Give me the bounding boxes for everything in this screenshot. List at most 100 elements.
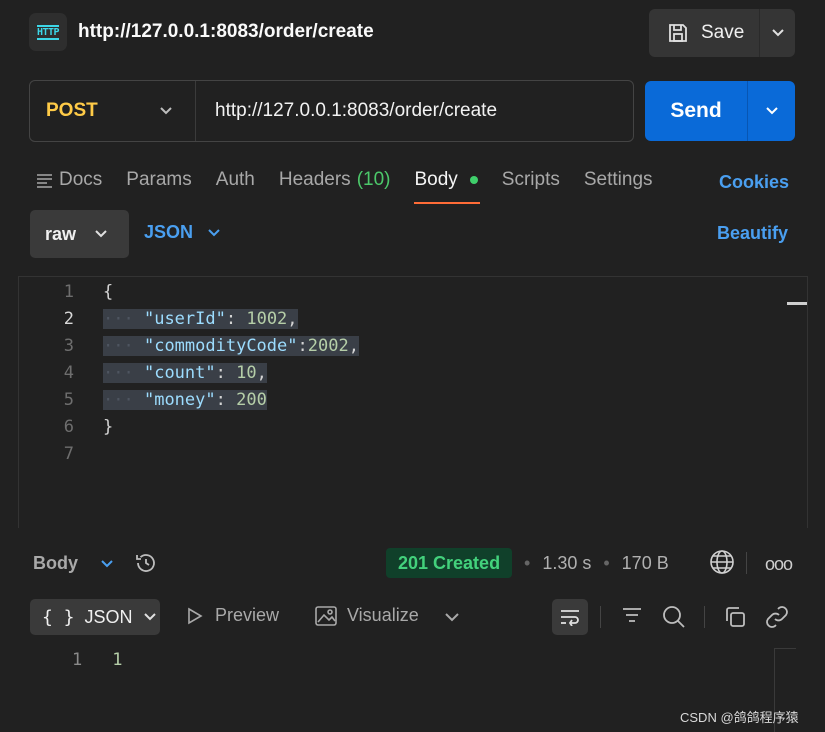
tab-settings-label: Settings [583,169,653,190]
divider [600,606,601,628]
separator-dot: • [603,553,610,573]
more-options-icon[interactable]: ooo [765,554,793,575]
json-trail: , [287,308,298,329]
tab-docs-label: Docs [59,169,103,190]
tab-docs[interactable]: Docs [36,168,102,192]
status-badge: 201 Created [386,548,513,578]
response-format-select[interactable]: { } JSON [30,599,160,635]
tab-params[interactable]: Params [126,168,191,192]
headers-count-badge: (10) [356,169,391,190]
divider [704,606,705,628]
line-number: 2 [63,308,74,329]
code-close-brace: } [103,416,114,437]
editor-scroll-thumb[interactable] [787,302,807,305]
line-number: 1 [72,650,83,670]
response-size[interactable]: 170 B [622,553,669,574]
filter-icon[interactable] [621,605,643,632]
line-number: 5 [63,389,74,410]
cookies-link[interactable]: Cookies [719,172,789,193]
json-key: "count" [143,362,216,383]
chevron-down-icon [771,29,784,37]
code-field: ··· "money": 200 [103,389,267,410]
send-button-group: Send [645,81,795,141]
docs-icon [37,173,52,188]
tab-scripts-label: Scripts [501,169,560,190]
chevron-down-icon [143,613,156,621]
json-separator: : [215,362,237,383]
editor-line: 2 ··· "userId": 1002, [19,305,298,332]
chevron-down-icon[interactable] [444,609,460,627]
chevron-down-icon [101,559,113,567]
body-type-label: raw [45,223,77,244]
tab-body[interactable]: Body [414,168,481,204]
url-input[interactable]: http://127.0.0.1:8083/order/create [196,100,497,122]
tab-headers[interactable]: Headers (10) [279,168,391,192]
response-line: 1 1 [72,650,123,670]
wrap-lines-button[interactable] [552,599,588,635]
response-value: 1 [112,650,123,670]
globe-icon[interactable] [709,549,735,580]
method-select[interactable]: POST [30,81,196,141]
separator-dot: • [524,553,531,573]
beautify-link[interactable]: Beautify [717,223,788,244]
link-icon[interactable] [765,605,789,634]
chevron-down-icon [765,107,778,115]
response-body-select[interactable]: Body [33,553,114,574]
tab-auth-label: Auth [215,169,255,190]
search-icon[interactable] [662,605,686,634]
save-button[interactable]: Save [649,9,759,57]
line-number: 3 [63,335,74,356]
line-number: 4 [63,362,74,383]
divider [746,552,747,574]
visualize-label: Visualize [347,605,419,625]
body-indicator-dot [469,176,478,184]
json-trail: , [348,335,359,356]
play-icon [188,607,203,624]
editor-line: 5 ··· "money": 200 [19,386,267,413]
editor-line: 6 } [19,413,114,440]
wrap-icon [561,610,579,626]
line-number: 6 [63,416,74,437]
response-body-label: Body [33,553,78,573]
json-trail: , [256,362,267,383]
tab-scripts[interactable]: Scripts [502,168,560,192]
request-tabs: Docs Params Auth Headers (10) Body Scrip… [36,168,677,204]
preview-button[interactable]: Preview [187,605,279,626]
editor-line: 4 ··· "count": 10, [19,359,267,386]
send-button[interactable]: Send [645,81,747,141]
save-options-button[interactable] [759,9,795,57]
tab-auth[interactable]: Auth [216,168,255,192]
editor-line: 1 { [19,278,114,305]
body-format-select[interactable]: JSON [144,222,221,243]
url-bar: POST http://127.0.0.1:8083/order/create [29,80,634,142]
tab-headers-label: Headers [278,169,351,190]
watermark: CSDN @鸽鸽程序猿 [680,710,799,725]
tab-settings[interactable]: Settings [584,168,653,192]
body-format-label: JSON [144,222,194,242]
history-icon[interactable] [134,551,158,580]
visualize-button[interactable]: Visualize [315,605,419,626]
json-key: "commodityCode" [143,335,298,356]
chevron-down-icon [95,230,107,238]
save-button-group: Save [649,9,795,57]
chevron-down-icon [160,107,172,115]
image-icon [315,605,337,626]
json-value: 2002 [307,335,349,356]
editor-line: 7 [19,440,74,467]
tab-body-label: Body [414,169,458,190]
response-format-label: JSON [84,606,133,627]
json-value: 1002 [246,308,288,329]
body-type-select[interactable]: raw [30,210,129,258]
editor-line: 3 ··· "commodityCode":2002, [19,332,359,359]
http-request-icon: HTTP [29,13,67,51]
code-open-brace: { [103,281,114,302]
request-body-editor[interactable]: 1 { 2 ··· "userId": 1002, 3 ··· "commodi… [18,276,808,528]
json-separator: : [215,389,237,410]
copy-icon[interactable] [723,605,747,634]
save-icon [669,24,687,42]
response-time[interactable]: 1.30 s [542,553,591,574]
request-title[interactable]: http://127.0.0.1:8083/order/create [78,21,374,43]
send-options-button[interactable] [747,81,795,141]
line-number: 7 [63,443,74,464]
line-number: 1 [63,281,74,302]
